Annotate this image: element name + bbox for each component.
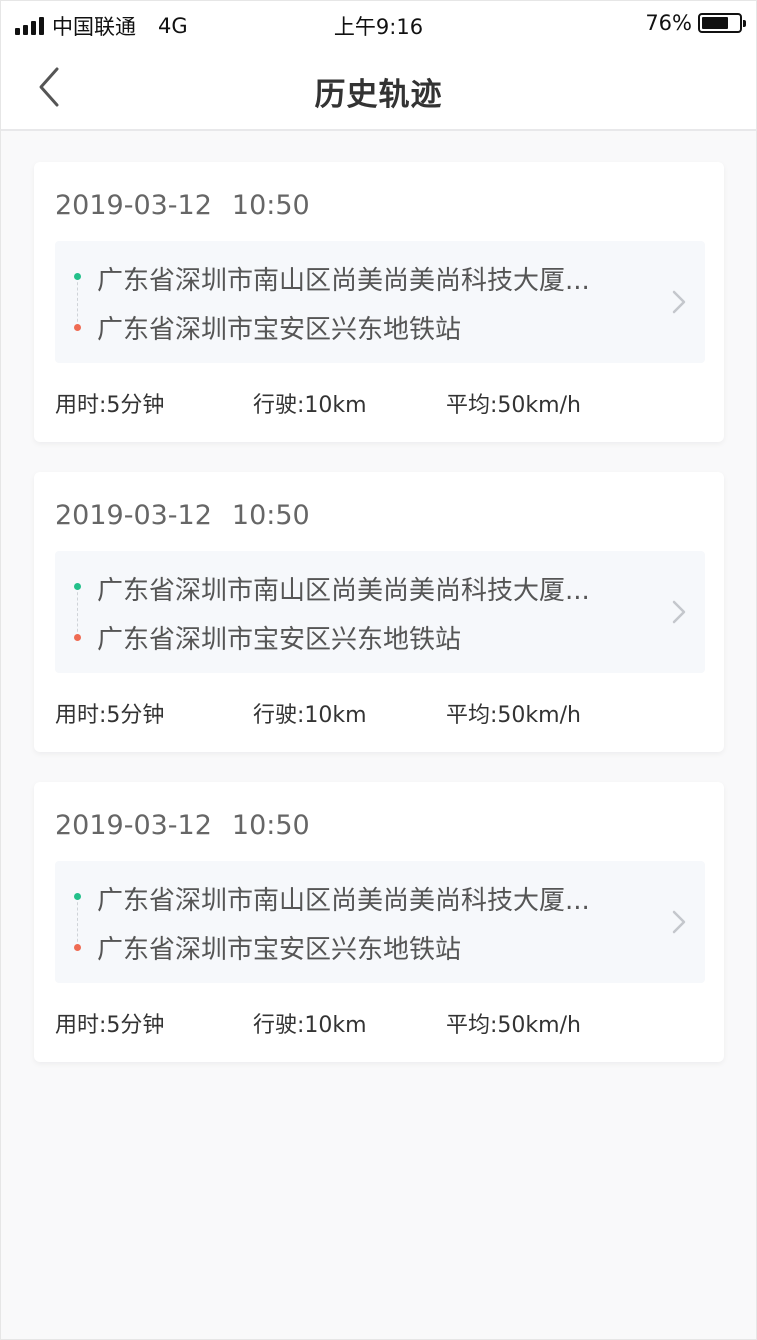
trip-avg-speed: 平均:50km/h bbox=[446, 1013, 581, 1038]
trip-duration: 用时:5分钟 bbox=[55, 703, 165, 728]
start-dot-icon bbox=[74, 583, 81, 590]
trip-list: 2019-03-12 10:50 广东省深圳市南山区尚美尚美尚科技大厦... 广… bbox=[34, 162, 724, 1092]
end-dot-icon bbox=[74, 634, 81, 641]
trip-distance: 行驶:10km bbox=[253, 1013, 367, 1038]
route-box[interactable]: 广东省深圳市南山区尚美尚美尚科技大厦... 广东省深圳市宝安区兴东地铁站 bbox=[55, 551, 705, 673]
battery-icon bbox=[698, 13, 746, 33]
status-time: 上午9:16 bbox=[333, 15, 424, 39]
trip-duration: 用时:5分钟 bbox=[55, 1013, 165, 1038]
route-connector bbox=[77, 897, 78, 947]
trip-datetime: 2019-03-12 10:50 bbox=[55, 190, 310, 221]
end-address: 广东省深圳市宝安区兴东地铁站 bbox=[97, 625, 462, 655]
chevron-right-icon bbox=[672, 600, 686, 624]
nav-bar: 历史轨迹 bbox=[1, 47, 756, 131]
start-address: 广东省深圳市南山区尚美尚美尚科技大厦... bbox=[97, 886, 590, 916]
end-dot-icon bbox=[74, 944, 81, 951]
end-address: 广东省深圳市宝安区兴东地铁站 bbox=[97, 315, 462, 345]
trip-date: 2019-03-12 bbox=[55, 810, 212, 841]
trip-card[interactable]: 2019-03-12 10:50 广东省深圳市南山区尚美尚美尚科技大厦... 广… bbox=[34, 782, 724, 1062]
route-box[interactable]: 广东省深圳市南山区尚美尚美尚科技大厦... 广东省深圳市宝安区兴东地铁站 bbox=[55, 861, 705, 983]
trip-date: 2019-03-12 bbox=[55, 500, 212, 531]
trip-time: 10:50 bbox=[231, 190, 310, 221]
trip-avg-speed: 平均:50km/h bbox=[446, 393, 581, 418]
phone-screen: 中国联通 4G 上午9:16 76% 历史轨迹 2019-03-12 10:50 bbox=[0, 0, 757, 1340]
trip-duration: 用时:5分钟 bbox=[55, 393, 165, 418]
start-dot-icon bbox=[74, 273, 81, 280]
start-address: 广东省深圳市南山区尚美尚美尚科技大厦... bbox=[97, 576, 590, 606]
trip-card[interactable]: 2019-03-12 10:50 广东省深圳市南山区尚美尚美尚科技大厦... 广… bbox=[34, 162, 724, 442]
trip-distance: 行驶:10km bbox=[253, 703, 367, 728]
trip-date: 2019-03-12 bbox=[55, 190, 212, 221]
end-address: 广东省深圳市宝安区兴东地铁站 bbox=[97, 935, 462, 965]
start-dot-icon bbox=[74, 893, 81, 900]
route-connector bbox=[77, 277, 78, 327]
trip-time: 10:50 bbox=[231, 810, 310, 841]
battery-fill bbox=[702, 17, 729, 29]
trip-card[interactable]: 2019-03-12 10:50 广东省深圳市南山区尚美尚美尚科技大厦... 广… bbox=[34, 472, 724, 752]
chevron-right-icon bbox=[672, 910, 686, 934]
trip-datetime: 2019-03-12 10:50 bbox=[55, 500, 310, 531]
chevron-right-icon bbox=[672, 290, 686, 314]
end-dot-icon bbox=[74, 324, 81, 331]
start-address: 广东省深圳市南山区尚美尚美尚科技大厦... bbox=[97, 266, 590, 296]
status-right: 76% bbox=[645, 11, 746, 35]
battery-nub bbox=[743, 20, 746, 27]
page-title: 历史轨迹 bbox=[314, 77, 443, 113]
route-connector bbox=[77, 587, 78, 637]
trip-time: 10:50 bbox=[231, 500, 310, 531]
status-bar: 中国联通 4G 上午9:16 76% bbox=[1, 1, 756, 47]
trip-datetime: 2019-03-12 10:50 bbox=[55, 810, 310, 841]
route-box[interactable]: 广东省深圳市南山区尚美尚美尚科技大厦... 广东省深圳市宝安区兴东地铁站 bbox=[55, 241, 705, 363]
trip-avg-speed: 平均:50km/h bbox=[446, 703, 581, 728]
battery-percent: 76% bbox=[645, 11, 692, 35]
trip-distance: 行驶:10km bbox=[253, 393, 367, 418]
